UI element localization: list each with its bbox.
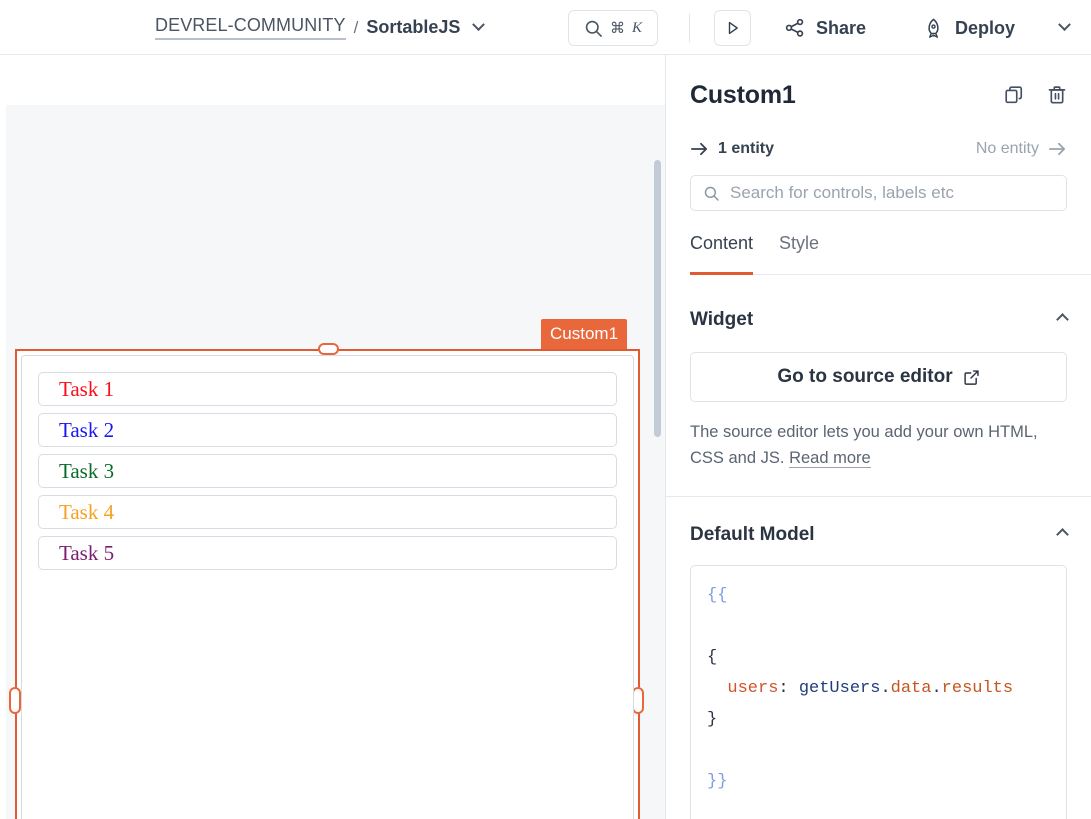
code-line: {{ (707, 580, 1050, 611)
play-icon (728, 21, 738, 35)
code-line: users: getUsers.data.results (707, 673, 1050, 704)
task-list-item[interactable]: Task 5 (38, 536, 617, 570)
property-search-box[interactable] (690, 175, 1067, 211)
share-button[interactable]: Share (778, 10, 872, 46)
code-token-open-brace: { (707, 648, 718, 667)
toolbar-divider (689, 14, 690, 42)
previous-entity-button[interactable]: 1 entity (690, 140, 774, 158)
run-preview-button[interactable] (714, 10, 751, 46)
page-title: Custom1 (690, 81, 796, 109)
chevron-up-icon[interactable] (1056, 526, 1069, 544)
app-canvas[interactable]: Custom1 Task 1 Task 2 Task 3 Task 4 Task 5 (0, 55, 666, 819)
share-label: Share (816, 17, 867, 38)
trash-icon (1048, 86, 1066, 104)
search-shortcut-cmd: ⌘ (609, 20, 625, 37)
next-entity-label: No entity (975, 140, 1039, 157)
next-entity-button[interactable]: No entity (976, 140, 1067, 158)
code-token-dot: . (880, 679, 891, 698)
rocket-icon (928, 18, 939, 38)
code-line: } (707, 704, 1050, 735)
task-label: Task 5 (59, 540, 115, 565)
code-token-close-brace: } (707, 710, 718, 729)
chevron-up-icon[interactable] (1056, 311, 1069, 329)
delete-widget-icon[interactable] (1046, 84, 1068, 111)
deploy-button[interactable]: Deploy (918, 10, 1019, 46)
breadcrumb: DEVREL-COMMUNITY / SortableJS (155, 0, 486, 55)
code-token-close-binding: }} (707, 772, 728, 791)
task-label: Task 4 (59, 499, 115, 524)
section-widget-header[interactable]: Widget (666, 300, 1091, 340)
section-default-model-title: Default Model (690, 524, 815, 545)
section-default-model-header[interactable]: Default Model (666, 515, 1091, 555)
task-label: Task 2 (59, 417, 115, 442)
resize-handle-top[interactable] (318, 343, 339, 355)
top-toolbar: DEVREL-COMMUNITY / SortableJS ⌘ K Share (0, 0, 1091, 55)
entity-navigation: 1 entity No entity (690, 140, 1067, 158)
arrow-right-icon (690, 142, 708, 156)
entity-count-label: 1 entity (718, 140, 775, 157)
copy-icon (1005, 86, 1023, 104)
tab-style[interactable]: Style (779, 233, 819, 275)
share-icon (785, 18, 804, 37)
section-default-model: Default Model {{ { users: getUsers.data.… (666, 515, 1091, 819)
custom-widget-body[interactable]: Task 1 Task 2 Task 3 Task 4 Task 5 (21, 355, 634, 819)
copy-widget-icon[interactable] (1003, 84, 1025, 111)
search-icon (585, 20, 602, 37)
search-shortcut-key: K (631, 19, 642, 36)
source-editor-label: Go to source editor (777, 366, 953, 387)
property-tabs: Content Style (690, 233, 1091, 275)
breadcrumb-app[interactable]: SortableJS (366, 17, 460, 38)
go-to-source-editor-button[interactable]: Go to source editor (690, 352, 1067, 402)
code-token-dot: . (931, 679, 942, 698)
code-token-property-data: data (890, 679, 932, 698)
task-label: Task 3 (59, 458, 115, 483)
read-more-link[interactable]: Read more (789, 448, 871, 468)
arrow-right-icon (1048, 142, 1066, 156)
chevron-down-icon[interactable] (472, 18, 486, 32)
code-token-colon: : (778, 679, 799, 698)
external-link-icon (964, 369, 979, 385)
widget-name-badge[interactable]: Custom1 (541, 319, 628, 349)
tab-content[interactable]: Content (690, 233, 754, 275)
section-widget-title: Widget (690, 309, 754, 330)
task-list-item[interactable]: Task 4 (38, 495, 617, 529)
deploy-label: Deploy (955, 17, 1016, 38)
canvas-scrollbar-thumb[interactable] (654, 160, 661, 437)
property-pane-header: Custom1 (666, 55, 1091, 117)
search-input[interactable] (730, 183, 1040, 203)
deploy-options-chevron-icon[interactable] (1058, 18, 1071, 37)
task-list-item[interactable]: Task 1 (38, 372, 617, 406)
search-icon (704, 186, 719, 201)
code-token-key: users (727, 679, 779, 698)
task-list: Task 1 Task 2 Task 3 Task 4 Task 5 (22, 356, 633, 570)
code-token-property-results: results (941, 679, 1014, 698)
breadcrumb-org[interactable]: DEVREL-COMMUNITY (155, 15, 346, 40)
task-label: Task 1 (59, 376, 115, 401)
breadcrumb-separator: / (353, 17, 359, 37)
section-divider (666, 496, 1091, 497)
task-list-item[interactable]: Task 2 (38, 413, 617, 447)
section-widget: Widget Go to source editor The source ed… (666, 300, 1091, 471)
task-list-item[interactable]: Task 3 (38, 454, 617, 488)
default-model-code-editor[interactable]: {{ { users: getUsers.data.results } }} (690, 565, 1067, 819)
code-line: { (707, 642, 1050, 673)
widget-description: The source editor lets you add your own … (690, 420, 1067, 471)
property-pane: Custom1 1 entity No entity Search for co… (666, 55, 1091, 819)
code-token-variable: getUsers (798, 679, 881, 698)
code-line: }} (707, 766, 1050, 797)
resize-handle-left[interactable] (9, 687, 21, 714)
search-button[interactable]: ⌘ K (568, 10, 658, 46)
code-token-open-binding: {{ (707, 586, 728, 605)
